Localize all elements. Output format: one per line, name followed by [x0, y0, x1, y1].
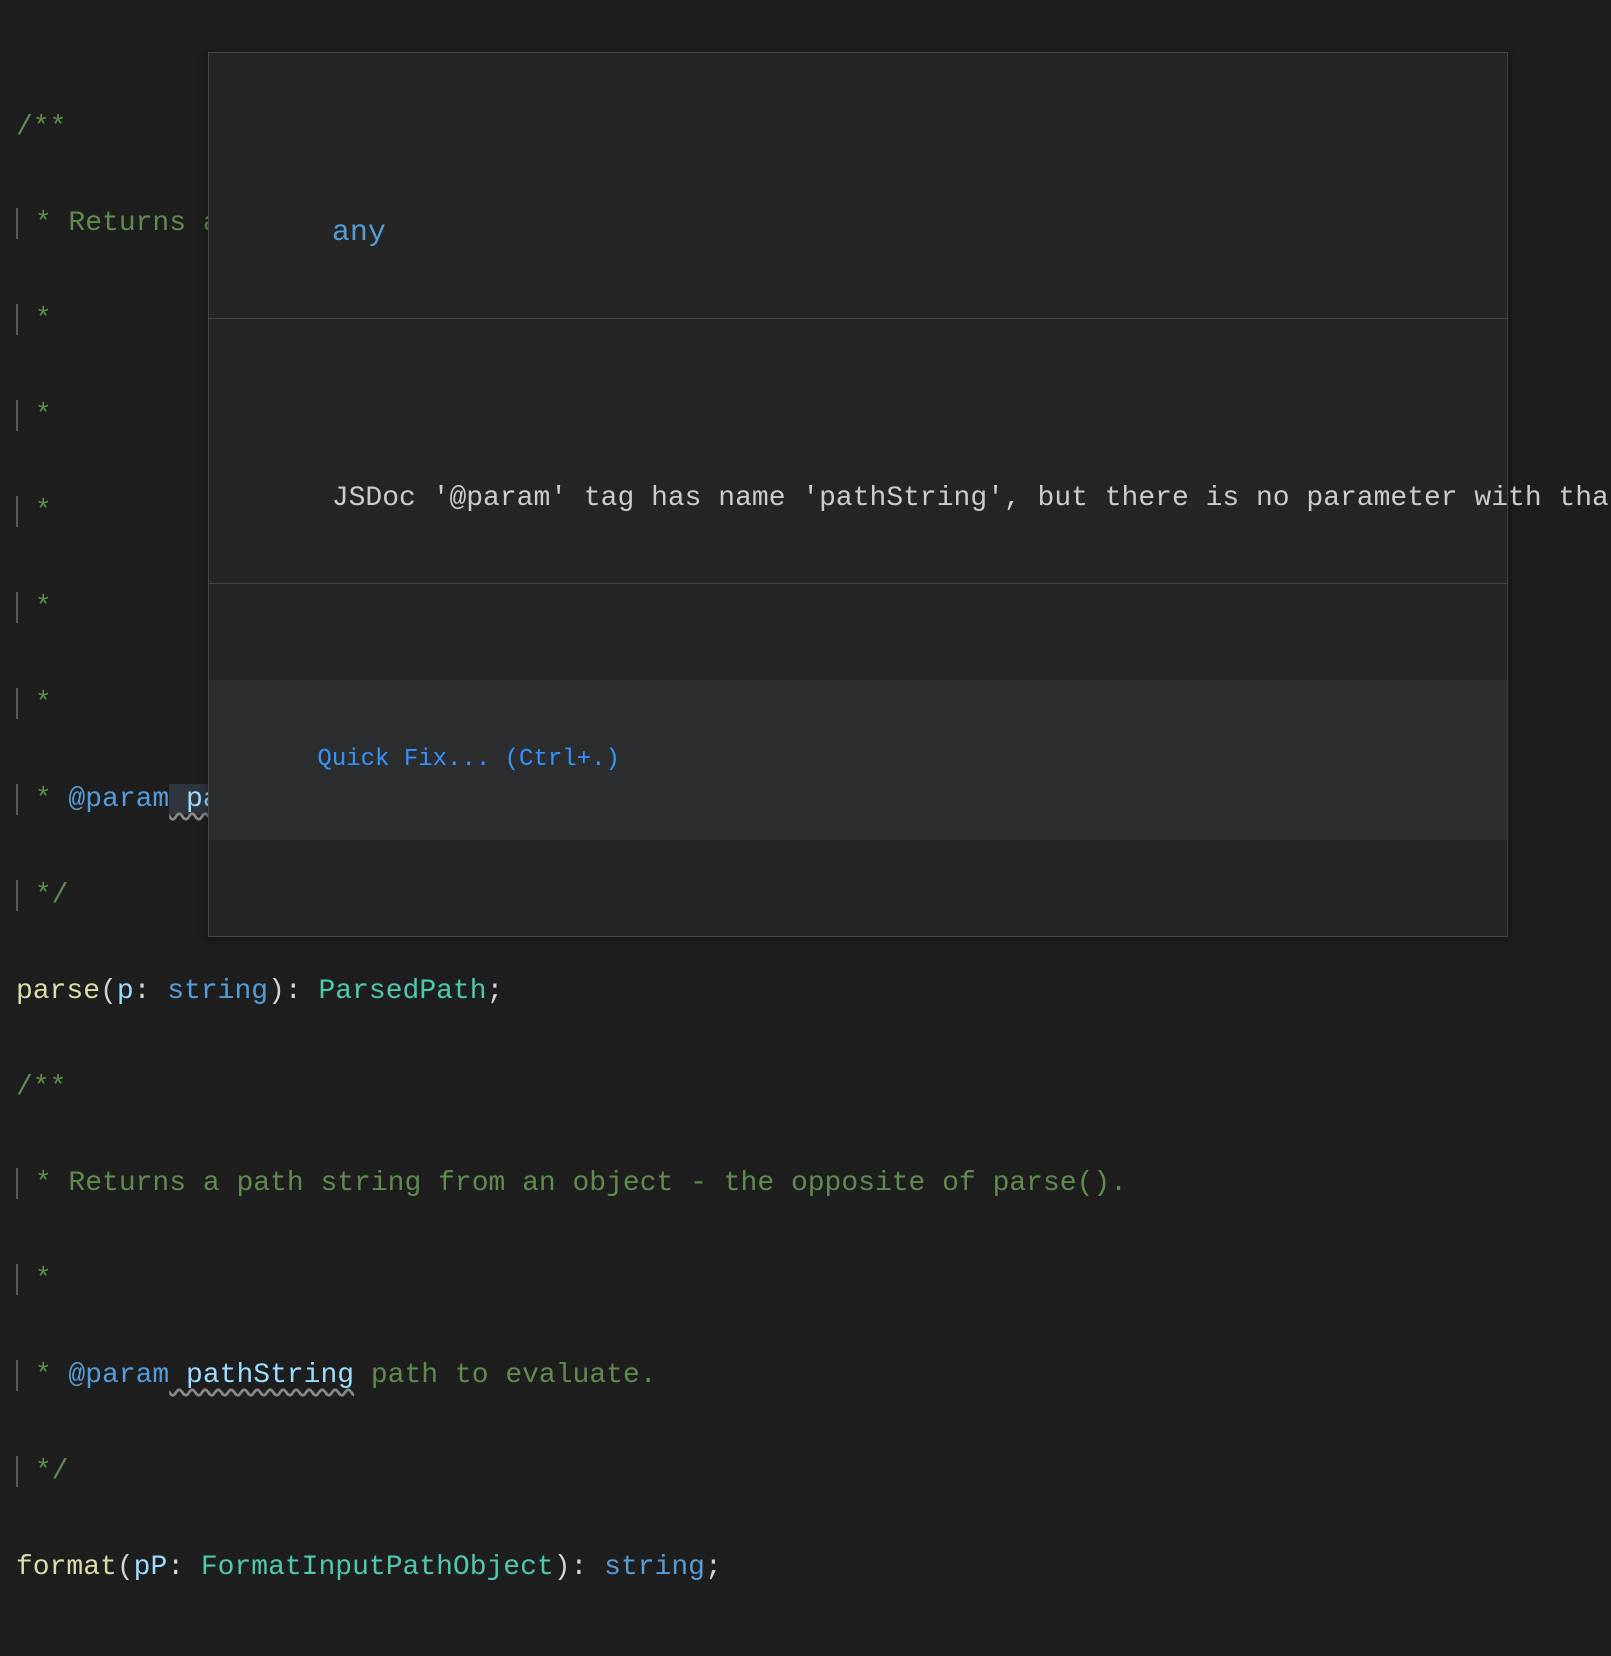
jsdoc-line: *	[16, 400, 52, 431]
jsdoc-line: *	[16, 1264, 52, 1295]
param-type: FormatInputPathObject	[201, 1552, 554, 1583]
jsdoc-tag: @param	[68, 1360, 169, 1391]
code-line-format: format(pP: FormatInputPathObject): strin…	[16, 1544, 1611, 1592]
type-keyword: string	[167, 976, 268, 1007]
hover-message: JSDoc '@param' tag has name 'pathString'…	[332, 483, 1611, 514]
code-editor-area[interactable]: /** * Returns an object from a path stri…	[16, 8, 1611, 1656]
jsdoc-line: * Returns a path string from an object -…	[16, 1168, 1127, 1199]
jsdoc-close: */	[16, 1456, 68, 1487]
jsdoc-line: *	[16, 592, 52, 623]
return-type: string	[604, 1552, 705, 1583]
param: p	[117, 976, 134, 1007]
code-line-parse: parse(p: string): ParsedPath;	[16, 968, 1611, 1016]
quickfix-shortcut: (Ctrl+.)	[505, 746, 620, 773]
jsdoc-tag: @param	[68, 784, 169, 815]
jsdoc-line: *	[16, 496, 52, 527]
hover-message-section: JSDoc '@param' tag has name 'pathString'…	[209, 415, 1507, 584]
jsdoc-open: /**	[16, 112, 66, 143]
function-name: parse	[16, 976, 100, 1007]
hover-type-section: any	[209, 149, 1507, 319]
param: pP	[134, 1552, 168, 1583]
jsdoc-param-name[interactable]: pathString	[169, 1360, 354, 1391]
jsdoc-close: */	[16, 880, 68, 911]
quickfix-row[interactable]: Quick Fix... (Ctrl+.)	[209, 680, 1507, 840]
quickfix-link[interactable]: Quick Fix...	[317, 746, 504, 773]
jsdoc-open: /**	[16, 1072, 66, 1103]
hover-tooltip[interactable]: any JSDoc '@param' tag has name 'pathStr…	[208, 52, 1508, 937]
hover-type-label: any	[332, 216, 386, 250]
jsdoc-line: *	[16, 688, 52, 719]
return-type: ParsedPath	[319, 976, 487, 1007]
function-name: format	[16, 1552, 117, 1583]
jsdoc-param-line: * @param pathString path to evaluate.	[16, 1360, 657, 1391]
jsdoc-line: *	[16, 304, 52, 335]
